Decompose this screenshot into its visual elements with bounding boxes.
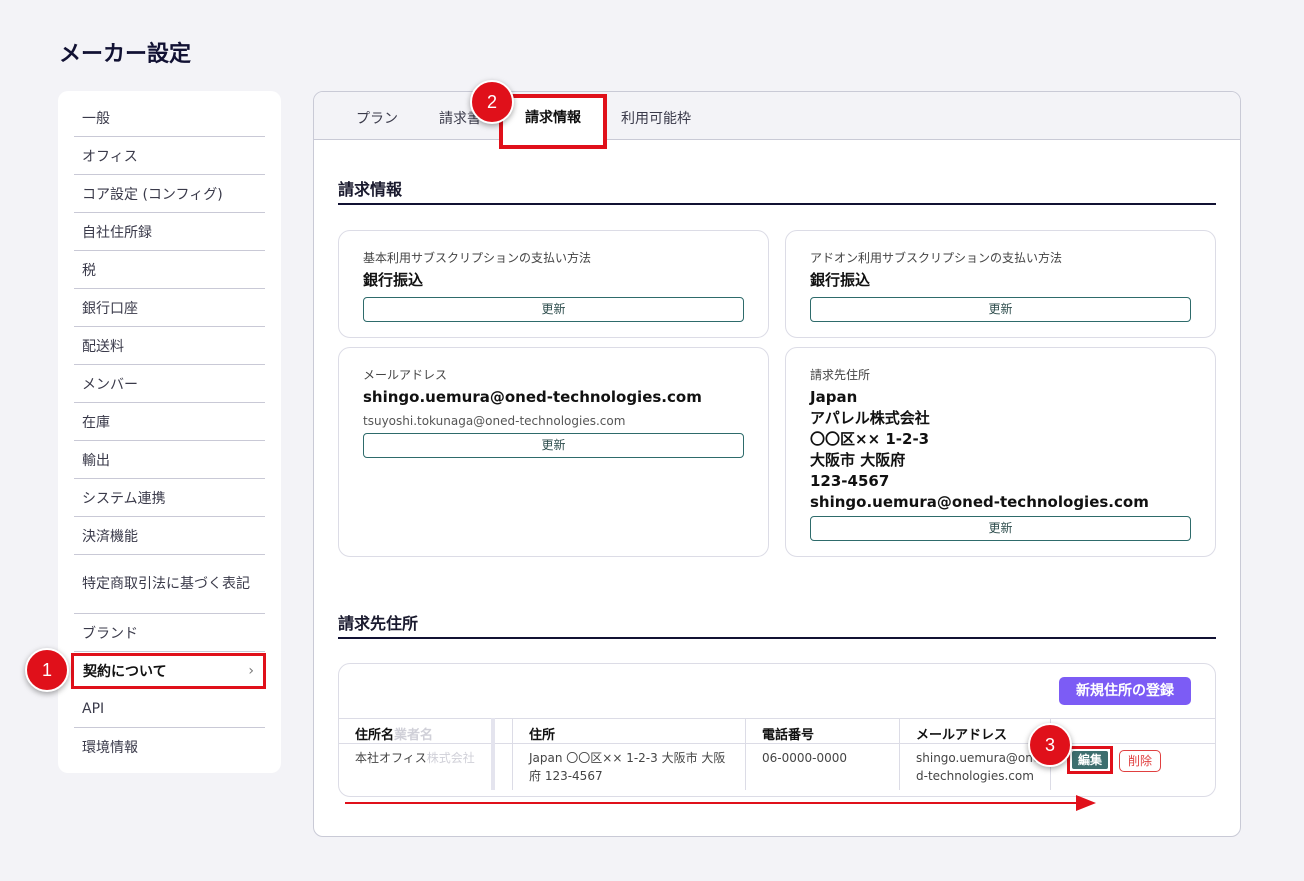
address-line: shingo.uemura@oned-technologies.com <box>810 493 1149 511</box>
tab-plan[interactable]: プラン <box>356 92 398 140</box>
email-cc-value: tsuyoshi.tokunaga@oned-technologies.com <box>363 414 626 428</box>
address-line: 〇〇区×× 1-2-3 <box>810 430 930 448</box>
arrow-head-icon <box>1076 795 1096 811</box>
sidebar-item-commercial-law[interactable]: 特定商取引法に基づく表記 <box>74 555 265 614</box>
page-title: メーカー設定 <box>59 42 192 67</box>
sidebar-item-label: 契約について <box>83 664 167 680</box>
sidebar-item-label: 自社住所録 <box>82 224 152 241</box>
sidebar-item-label: 税 <box>82 262 96 279</box>
column-header-name: 住所名業者名 <box>355 728 434 743</box>
sidebar-item-core-config[interactable]: コア設定 (コンフィグ) <box>74 175 265 213</box>
billing-address-label: 請求先住所 <box>810 368 871 382</box>
update-button[interactable]: 更新 <box>810 297 1191 322</box>
billing-address-card: 請求先住所 Japan アパレル株式会社 〇〇区×× 1-2-3 大阪市 大阪府… <box>785 347 1216 557</box>
chevron-right-icon: › <box>248 663 254 679</box>
sidebar-item-inventory[interactable]: 在庫 <box>74 403 265 441</box>
base-payment-label: 基本利用サブスクリプションの支払い方法 <box>363 251 592 265</box>
scroll-hint-arrow <box>345 802 1081 804</box>
sidebar-item-label: 決済機能 <box>82 528 138 545</box>
sidebar-item-contract[interactable]: 契約について › <box>71 653 266 689</box>
address-line: 123-4567 <box>810 472 890 490</box>
email-card: メールアドレス shingo.uemura@oned-technologies.… <box>338 347 769 557</box>
table-cell-address: Japan 〇〇区×× 1-2-3 大阪市 大阪府 123-4567 <box>529 751 726 783</box>
tab-bar: プラン 請求書 請求情報 利用可能枠 <box>314 92 1240 149</box>
column-divider <box>899 718 900 790</box>
billing-section-title: 請求情報 <box>338 180 403 199</box>
update-button[interactable]: 更新 <box>363 297 744 322</box>
column-header-phone: 電話番号 <box>762 728 815 743</box>
delete-button[interactable]: 削除 <box>1119 750 1161 772</box>
table-header: 住所名業者名 住所 電話番号 メールアドレス <box>339 718 1215 744</box>
sidebar-item-label: 特定商取引法に基づく表記 <box>82 576 250 592</box>
sidebar-item-label: ブランド <box>82 625 138 642</box>
sidebar-item-payment[interactable]: 決済機能 <box>74 517 265 555</box>
address-line: Japan <box>810 388 858 406</box>
column-header-email: メールアドレス <box>916 728 1008 743</box>
sidebar-item-brand[interactable]: ブランド <box>74 614 265 652</box>
sidebar-item-system-integration[interactable]: システム連携 <box>74 479 265 517</box>
email-value: shingo.uemura@oned-technologies.com <box>363 388 702 406</box>
register-new-address-button[interactable]: 新規住所の登録 <box>1059 677 1191 705</box>
address-table-card: 新規住所の登録 住所名業者名 住所 電話番号 メールアドレス 本社オフィス株式会… <box>338 663 1216 797</box>
update-button[interactable]: 更新 <box>363 433 744 458</box>
section-divider <box>338 203 1216 205</box>
sidebar-item-environment[interactable]: 環境情報 <box>74 728 265 766</box>
sidebar-item-api[interactable]: API <box>74 690 265 728</box>
tab-available-credit[interactable]: 利用可能枠 <box>621 92 691 140</box>
sidebar-item-label: システム連携 <box>82 490 166 507</box>
step-badge-1: 1 <box>25 648 69 692</box>
address-line: アパレル株式会社 <box>810 409 930 427</box>
sidebar-item-members[interactable]: メンバー <box>74 365 265 403</box>
sidebar-item-label: 配送料 <box>82 338 124 355</box>
step-badge-2: 2 <box>470 80 514 124</box>
section-divider <box>338 637 1216 639</box>
addon-payment-card: アドオン利用サブスクリプションの支払い方法 銀行振込 更新 <box>785 230 1216 338</box>
sidebar-item-export[interactable]: 輸出 <box>74 441 265 479</box>
sidebar-item-shipping[interactable]: 配送料 <box>74 327 265 365</box>
column-divider <box>512 718 513 790</box>
sidebar-item-label: コア設定 (コンフィグ) <box>82 186 223 203</box>
sidebar-item-label: 銀行口座 <box>82 300 138 317</box>
sidebar-item-label: オフィス <box>82 148 138 165</box>
sidebar-item-label: 一般 <box>82 110 110 127</box>
tab-billing-info[interactable]: 請求情報 <box>499 94 607 149</box>
sidebar-item-label: API <box>82 700 105 717</box>
sidebar-item-label: メンバー <box>82 376 138 393</box>
sidebar-item-tax[interactable]: 税 <box>74 251 265 289</box>
column-header-address: 住所 <box>529 728 556 743</box>
table-cell-phone: 06-0000-0000 <box>762 751 848 765</box>
address-line: 大阪市 大阪府 <box>810 451 906 469</box>
sidebar-item-general[interactable]: 一般 <box>74 99 265 137</box>
sidebar-item-label: 輸出 <box>82 452 110 469</box>
update-button[interactable]: 更新 <box>810 516 1191 541</box>
sidebar: 一般 オフィス コア設定 (コンフィグ) 自社住所録 税 銀行口座 配送料 メン… <box>58 91 281 773</box>
addon-payment-value: 銀行振込 <box>810 271 871 289</box>
sidebar-item-bank-account[interactable]: 銀行口座 <box>74 289 265 327</box>
main-panel: プラン 請求書 請求情報 利用可能枠 請求情報 基本利用サブスクリプションの支払… <box>313 91 1241 837</box>
step-badge-3: 3 <box>1028 723 1072 767</box>
base-payment-card: 基本利用サブスクリプションの支払い方法 銀行振込 更新 <box>338 230 769 338</box>
base-payment-value: 銀行振込 <box>363 271 424 289</box>
table-cell-name: 本社オフィス株式会社 <box>355 751 475 765</box>
sidebar-item-company-addresses[interactable]: 自社住所録 <box>74 213 265 251</box>
address-section-title: 請求先住所 <box>338 614 419 633</box>
email-label: メールアドレス <box>363 368 448 382</box>
column-divider <box>491 718 495 790</box>
edit-button[interactable]: 編集 <box>1067 746 1113 774</box>
addon-payment-label: アドオン利用サブスクリプションの支払い方法 <box>810 251 1063 265</box>
sidebar-item-label: 在庫 <box>82 414 110 431</box>
column-divider <box>745 718 746 790</box>
sidebar-item-office[interactable]: オフィス <box>74 137 265 175</box>
sidebar-item-label: 環境情報 <box>82 740 138 756</box>
